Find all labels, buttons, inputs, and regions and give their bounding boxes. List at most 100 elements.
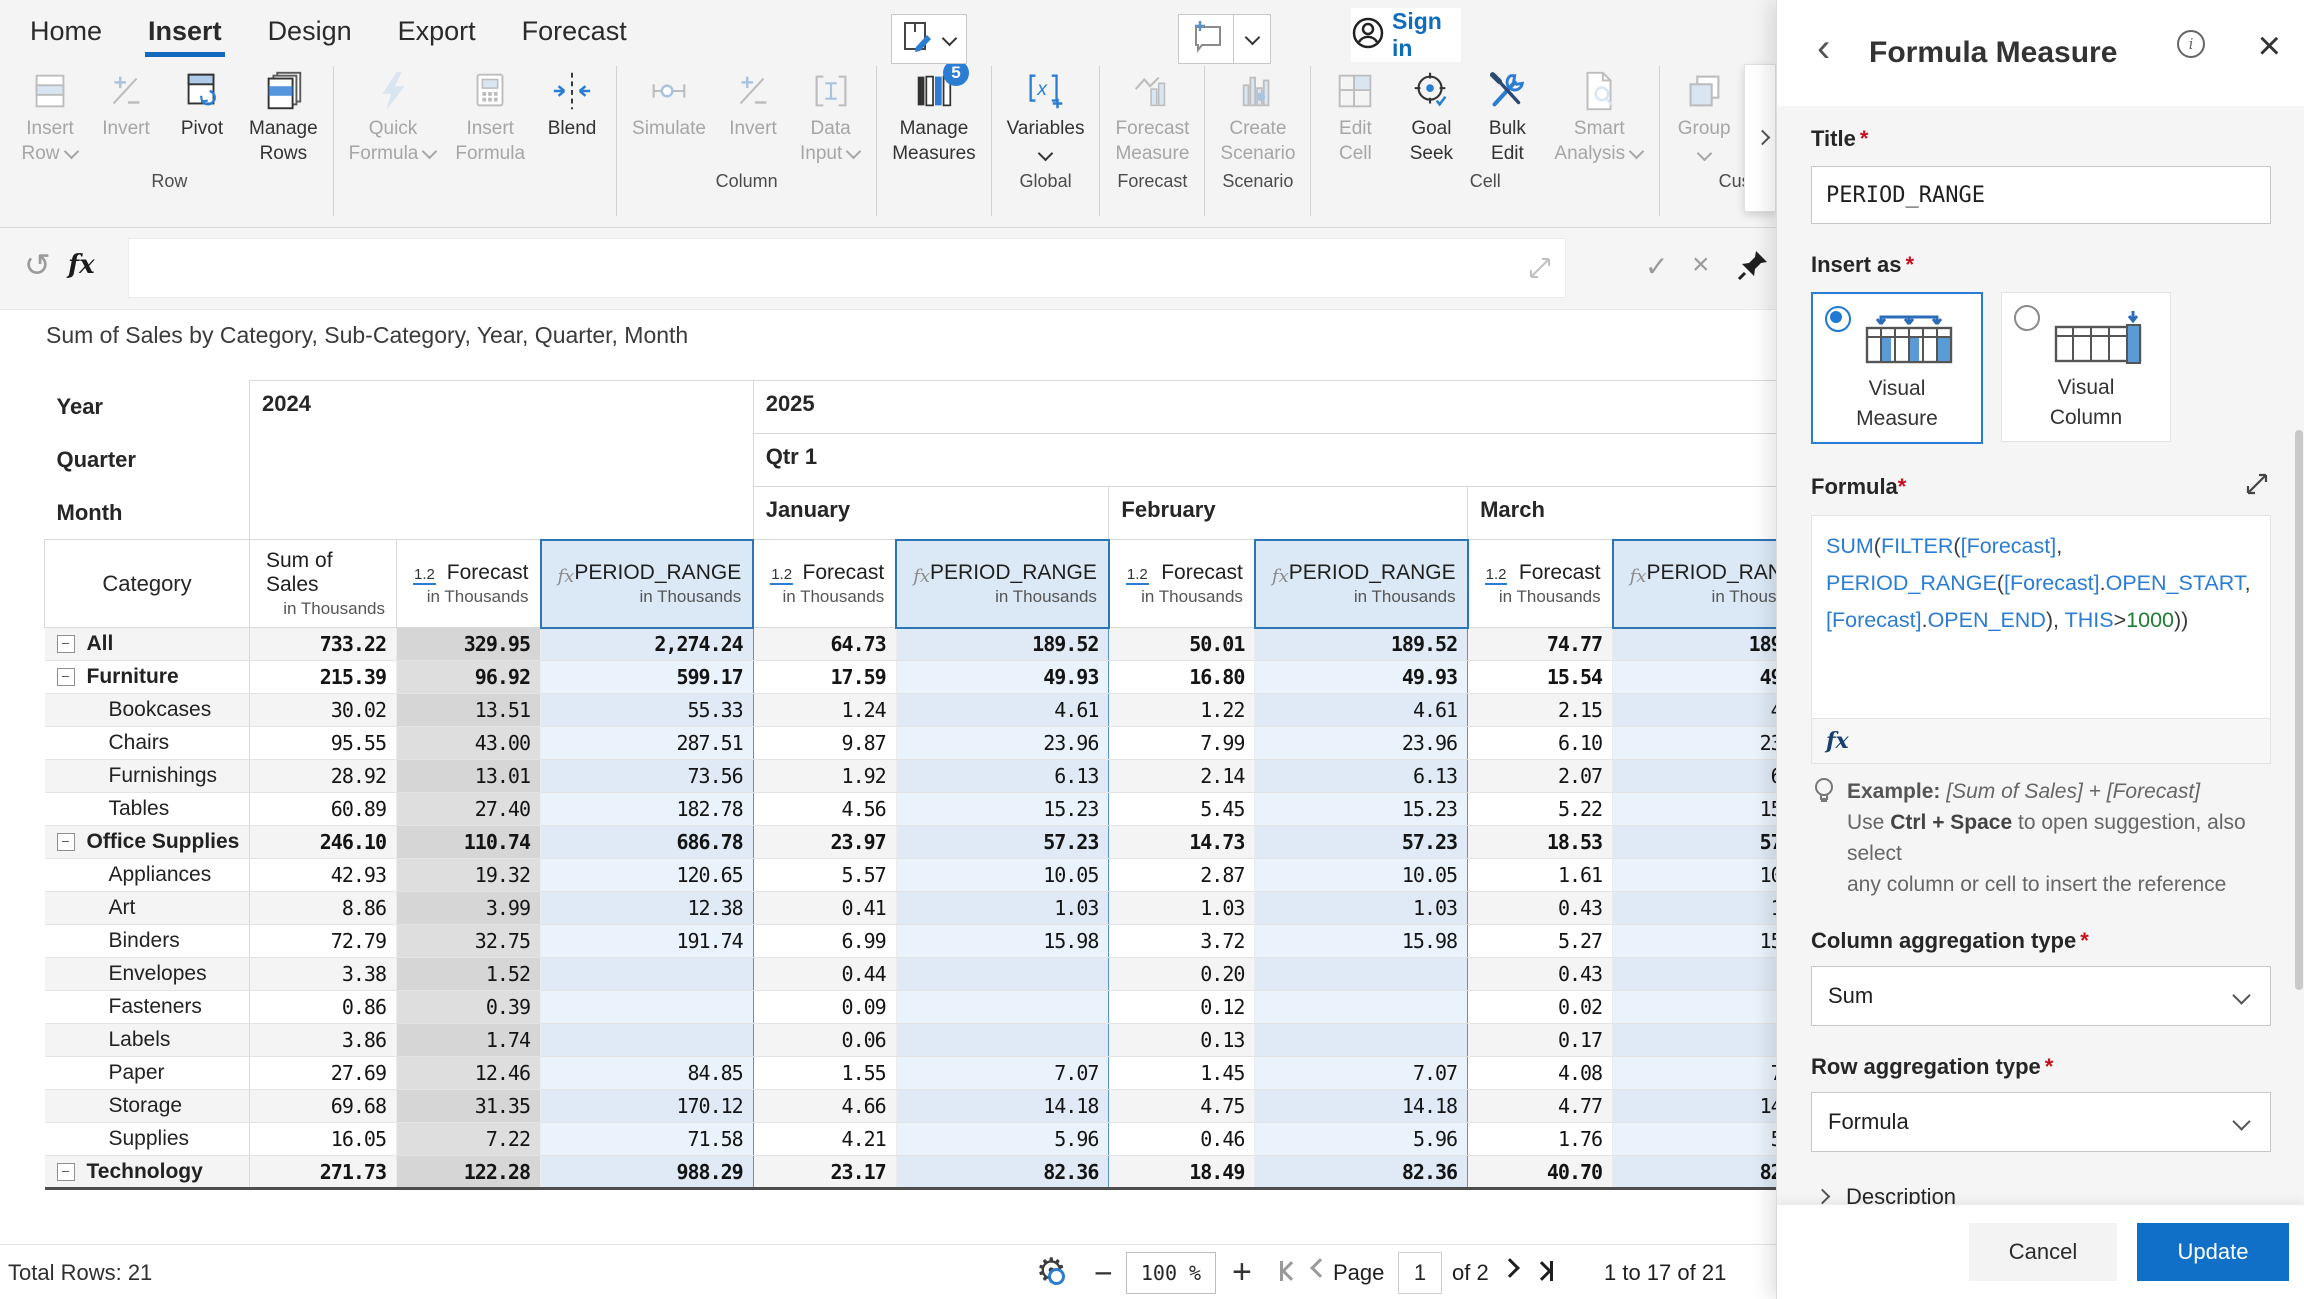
cell-value[interactable] [541,958,754,991]
cell-value[interactable]: 4.56 [753,793,896,826]
cell-value[interactable]: 15.54 [1468,661,1613,694]
ribbon-manage-rows-button[interactable]: ManageRows [242,66,325,166]
cell-value[interactable]: 0.06 [753,1024,896,1057]
cell-value[interactable]: 3.38 [250,958,397,991]
cell-value[interactable]: 1.03 [896,892,1109,925]
row-label[interactable]: Tables [45,793,250,826]
cell-value[interactable]: 82.36 [896,1156,1109,1189]
table-row-labels[interactable]: Labels3.861.740.060.130.17 [45,1024,1826,1057]
cell-value[interactable]: 599.17 [541,661,754,694]
cell-value[interactable]: 6.99 [753,925,896,958]
cell-value[interactable]: 0.41 [753,892,896,925]
cell-value[interactable]: 14.18 [896,1090,1109,1123]
cell-value[interactable]: 5.45 [1109,793,1255,826]
row-label[interactable]: Paper [45,1057,250,1090]
cell-value[interactable]: 15.23 [896,793,1109,826]
cell-value[interactable]: 182.78 [541,793,754,826]
add-comment-button[interactable] [1178,14,1236,64]
cell-value[interactable]: 13.01 [397,760,541,793]
cell-value[interactable]: 0.43 [1468,958,1613,991]
expand-formula-icon[interactable] [1527,255,1553,286]
tab-forecast[interactable]: Forecast [522,16,627,60]
cell-value[interactable]: 72.79 [250,925,397,958]
cell-value[interactable]: 1.24 [753,694,896,727]
cell-value[interactable]: 71.58 [541,1123,754,1156]
cell-value[interactable]: 17.59 [753,661,896,694]
first-page-button[interactable] [1280,1261,1299,1281]
collapse-icon[interactable]: − [57,1163,75,1181]
expand-editor-icon[interactable] [2243,470,2271,503]
pin-icon[interactable] [1736,248,1770,287]
cell-value[interactable]: 5.22 [1468,793,1613,826]
table-row-appliances[interactable]: Appliances42.9319.32120.655.5710.052.871… [45,859,1826,892]
cell-value[interactable]: 4.21 [753,1123,896,1156]
table-row-tables[interactable]: Tables60.8927.40182.784.5615.235.4515.23… [45,793,1826,826]
cell-value[interactable]: 15.98 [896,925,1109,958]
cell-value[interactable]: 1.76 [1468,1123,1613,1156]
collapse-icon[interactable]: − [57,833,75,851]
cell-value[interactable]: 1.92 [753,760,896,793]
table-row-storage[interactable]: Storage69.6831.35170.124.6614.184.7514.1… [45,1090,1826,1123]
cell-value[interactable]: 189.52 [896,628,1109,661]
cell-value[interactable]: 0.86 [250,991,397,1024]
row-label[interactable]: Furnishings [45,760,250,793]
cell-value[interactable]: 4.77 [1468,1090,1613,1123]
cell-value[interactable]: 31.35 [397,1090,541,1123]
zoom-level-input[interactable]: 100 % [1126,1252,1216,1294]
tab-design[interactable]: Design [268,16,352,60]
previous-page-button[interactable] [1312,1261,1328,1275]
cell-value[interactable]: 1.45 [1109,1057,1255,1090]
cell-value[interactable]: 6.10 [1468,727,1613,760]
cell-value[interactable] [896,958,1109,991]
page-number-input[interactable]: 1 [1398,1252,1442,1294]
tab-insert[interactable]: Insert [148,16,222,60]
cell-value[interactable]: 10.05 [896,859,1109,892]
cell-value[interactable]: 686.78 [541,826,754,859]
cell-value[interactable]: 28.92 [250,760,397,793]
cell-value[interactable]: 16.05 [250,1123,397,1156]
cell-value[interactable]: 4.61 [1255,694,1468,727]
cell-value[interactable]: 4.66 [753,1090,896,1123]
zoom-out-button[interactable]: − [1094,1255,1113,1292]
row-label[interactable]: −Technology [45,1156,250,1189]
cell-value[interactable]: 2,274.24 [541,628,754,661]
cell-value[interactable]: 32.75 [397,925,541,958]
cell-value[interactable]: 84.85 [541,1057,754,1090]
cell-value[interactable]: 57.23 [896,826,1109,859]
radio-selected-icon[interactable] [1825,306,1851,332]
cell-value[interactable]: 49.93 [896,661,1109,694]
title-field[interactable]: PERIOD_RANGE [1811,166,2271,224]
cell-value[interactable]: 733.22 [250,628,397,661]
comment-dropdown-button[interactable] [1233,14,1271,64]
cell-value[interactable]: 69.68 [250,1090,397,1123]
cell-value[interactable]: 73.56 [541,760,754,793]
cell-value[interactable]: 8.86 [250,892,397,925]
cancel-button[interactable]: Cancel [1969,1223,2117,1281]
cell-value[interactable]: 170.12 [541,1090,754,1123]
cell-value[interactable]: 57.23 [1255,826,1468,859]
info-icon[interactable]: i [2177,30,2205,58]
tab-export[interactable]: Export [398,16,476,60]
row-label[interactable]: Fasteners [45,991,250,1024]
row-label[interactable]: Binders [45,925,250,958]
cell-value[interactable]: 0.43 [1468,892,1613,925]
table-row-envelopes[interactable]: Envelopes3.381.520.440.200.43 [45,958,1826,991]
cell-value[interactable]: 246.10 [250,826,397,859]
cell-value[interactable]: 23.96 [896,727,1109,760]
cell-value[interactable]: 120.65 [541,859,754,892]
table-row-bookcases[interactable]: Bookcases30.0213.5155.331.244.611.224.61… [45,694,1826,727]
cell-value[interactable]: 0.44 [753,958,896,991]
cell-value[interactable]: 189.52 [1255,628,1468,661]
cell-value[interactable]: 3.72 [1109,925,1255,958]
cell-value[interactable]: 43.00 [397,727,541,760]
cell-value[interactable]: 60.89 [250,793,397,826]
cell-value[interactable]: 16.80 [1109,661,1255,694]
cell-value[interactable] [541,1024,754,1057]
table-row-technology[interactable]: −Technology271.73122.28988.2923.1782.361… [45,1156,1826,1189]
last-page-button[interactable] [1534,1261,1553,1281]
cell-value[interactable]: 215.39 [250,661,397,694]
formula-input[interactable] [128,238,1566,298]
cell-value[interactable]: 7.07 [896,1057,1109,1090]
cell-value[interactable]: 15.98 [1255,925,1468,958]
cell-value[interactable]: 5.96 [1255,1123,1468,1156]
